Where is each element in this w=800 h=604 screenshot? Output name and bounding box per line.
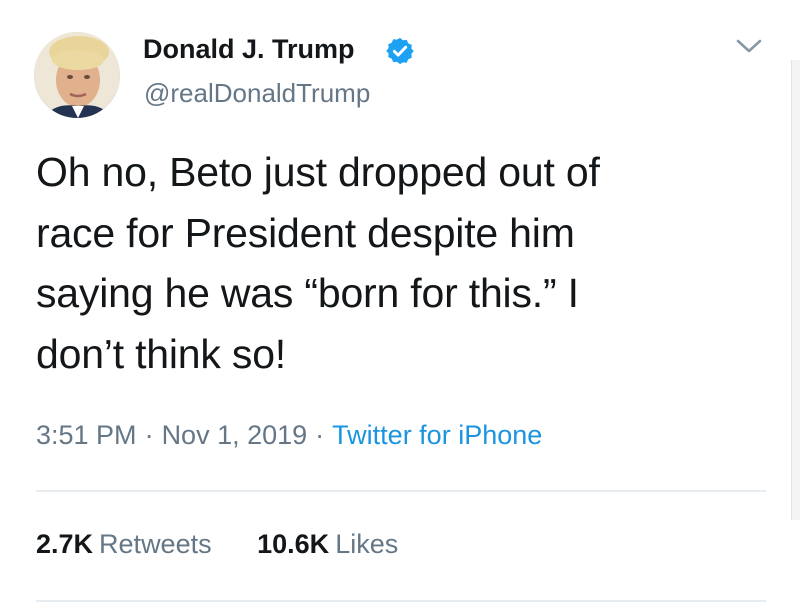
tweet-text-line: don’t think so! — [36, 330, 286, 377]
meta-separator: · — [144, 420, 154, 450]
tweet-text-line: race for President despite him — [36, 209, 575, 256]
profile-photo-icon — [34, 32, 120, 118]
likes-label: Likes — [335, 529, 399, 559]
retweets-label: Retweets — [99, 529, 212, 559]
tweet-stats: 2.7K Retweets 10.6K Likes — [36, 529, 436, 560]
display-name[interactable]: Donald J. Trump — [143, 34, 355, 65]
divider — [36, 600, 766, 602]
tweet-source-link[interactable]: Twitter for iPhone — [332, 420, 542, 450]
scrollbar[interactable] — [791, 60, 800, 520]
meta-separator: · — [315, 420, 325, 450]
divider — [36, 490, 766, 492]
tweet-text: Oh no, Beto just dropped out of race for… — [36, 142, 736, 384]
retweets-count: 2.7K — [36, 529, 94, 559]
tweet-text-line: Oh no, Beto just dropped out of — [36, 149, 600, 195]
chevron-down-icon[interactable] — [734, 35, 764, 57]
verified-badge-icon — [386, 37, 414, 65]
avatar[interactable] — [34, 32, 120, 118]
tweet-text-line: saying he was “born for this.” I — [36, 270, 579, 316]
tweet-card: Donald J. Trump @realDonaldTrump Oh no, … — [0, 0, 800, 604]
user-handle[interactable]: @realDonaldTrump — [144, 78, 370, 109]
tweet-time[interactable]: 3:51 PM — [36, 420, 137, 450]
retweets-stat[interactable]: 2.7K Retweets — [36, 529, 212, 560]
tweet-meta: 3:51 PM · Nov 1, 2019 · Twitter for iPhone — [36, 420, 542, 451]
tweet-date[interactable]: Nov 1, 2019 — [162, 420, 308, 450]
likes-count: 10.6K — [257, 529, 330, 559]
likes-stat[interactable]: 10.6K Likes — [257, 529, 398, 560]
